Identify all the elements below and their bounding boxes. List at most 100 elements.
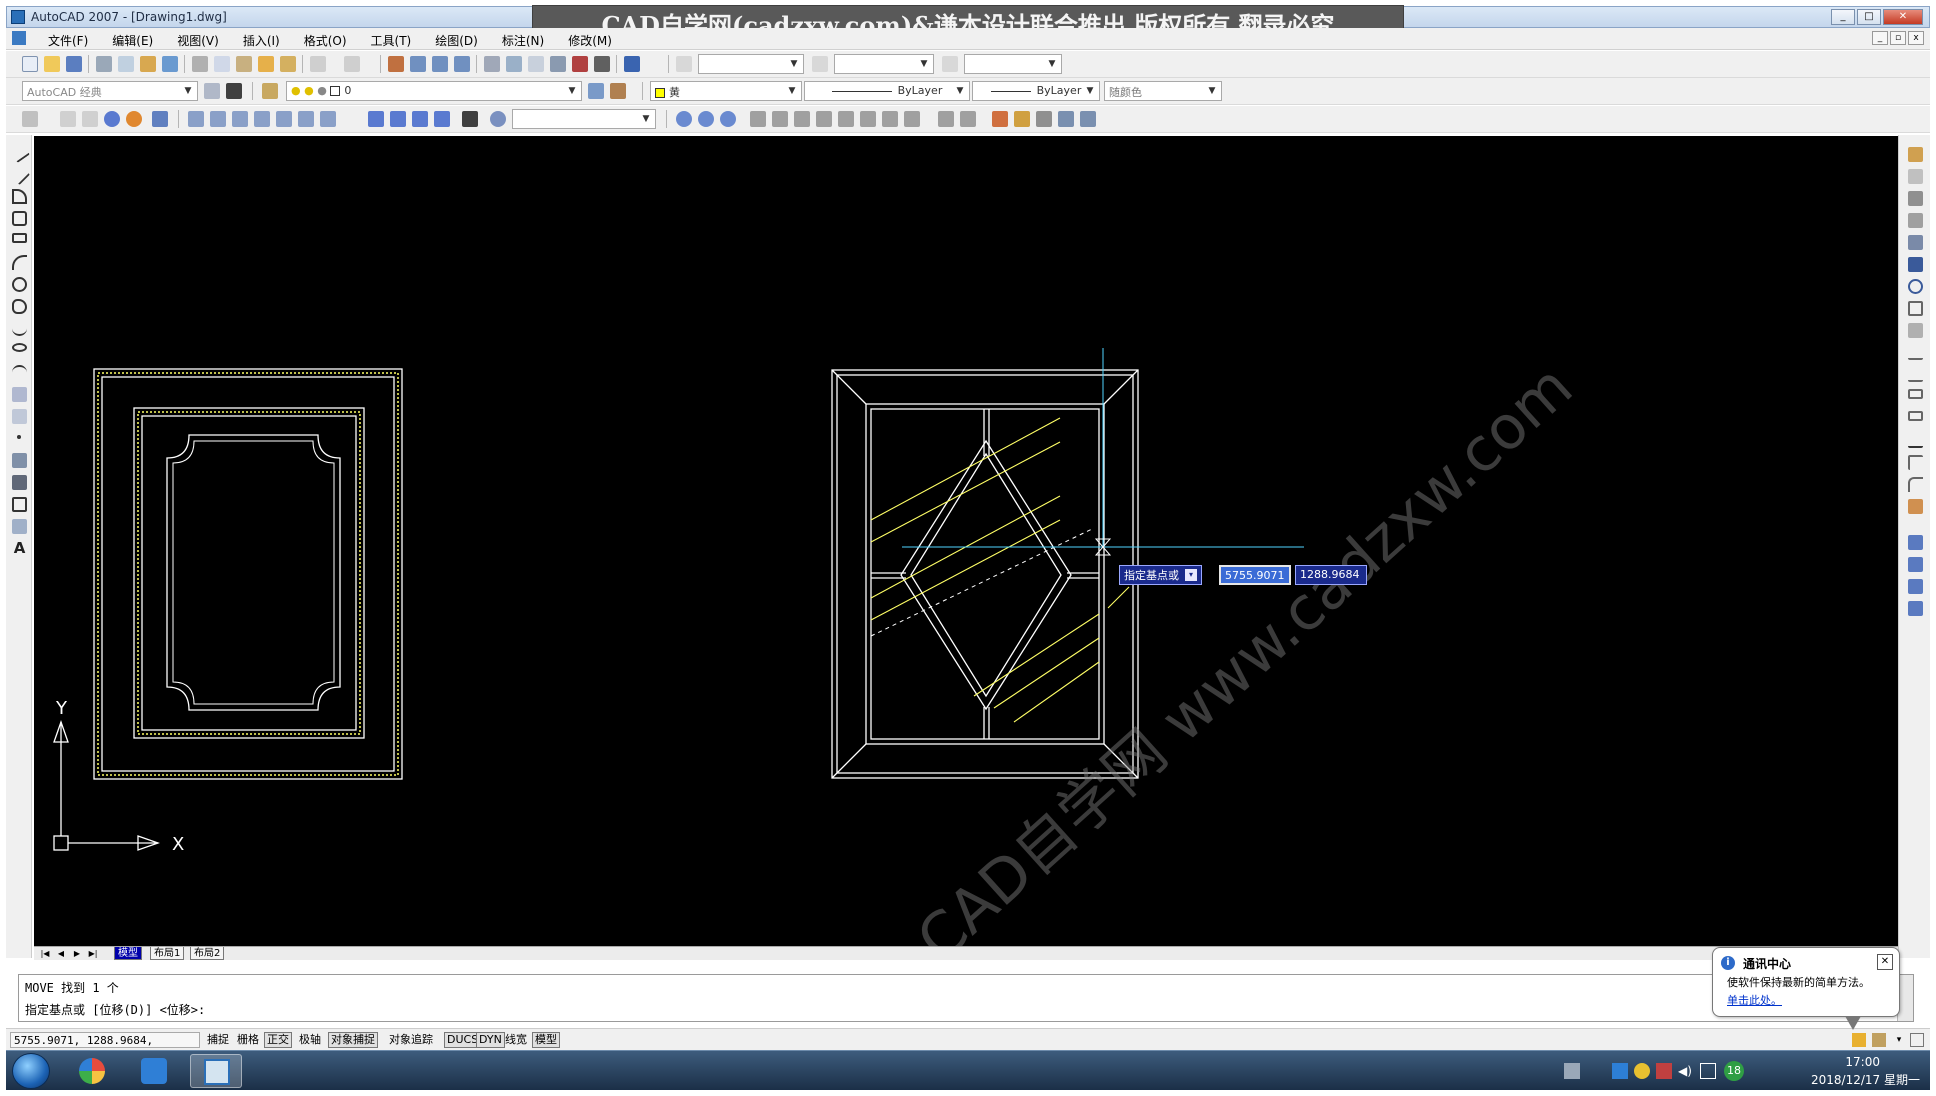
minimize-button[interactable]: _ — [1831, 9, 1855, 25]
separate-icon[interactable] — [992, 111, 1008, 127]
union-icon[interactable] — [676, 111, 692, 127]
tab-last-icon[interactable]: ▶| — [86, 948, 100, 959]
color-combo[interactable]: 黄 ▼ — [650, 81, 802, 101]
render-icon[interactable] — [126, 111, 142, 127]
menu-dimension[interactable]: 标注(N) — [490, 32, 556, 49]
menu-file[interactable]: 文件(F) — [36, 32, 100, 49]
redo-icon[interactable] — [344, 56, 360, 72]
slice-icon[interactable] — [1080, 111, 1096, 127]
dim-style-combo[interactable]: ▼ — [834, 54, 934, 74]
layer-combo[interactable]: ● ● ● 0 ▼ — [286, 81, 582, 101]
wedge-icon[interactable] — [82, 111, 98, 127]
zoom-realtime-icon[interactable] — [410, 56, 426, 72]
join-icon[interactable] — [1908, 433, 1923, 448]
undo-icon[interactable] — [310, 56, 326, 72]
view-left-icon[interactable] — [232, 111, 248, 127]
status-menu-icon[interactable]: ▾ — [1892, 1033, 1906, 1047]
tool-palettes-icon[interactable] — [528, 56, 544, 72]
free-orbit-icon[interactable] — [390, 111, 406, 127]
taskbar-app-video[interactable] — [128, 1054, 180, 1088]
copy-faces-icon[interactable] — [882, 111, 898, 127]
tab-layout1[interactable]: 布局1 — [150, 947, 185, 960]
continuous-orbit-icon[interactable] — [412, 111, 428, 127]
revision-cloud-icon[interactable] — [12, 299, 27, 314]
app-tray-icon[interactable] — [1612, 1063, 1628, 1079]
block-editor-icon[interactable] — [280, 56, 296, 72]
lineweight-combo[interactable]: ByLayer ▼ — [972, 81, 1100, 101]
print-icon[interactable] — [96, 56, 112, 72]
color-faces-icon[interactable] — [904, 111, 920, 127]
cut-icon[interactable] — [192, 56, 208, 72]
trim-icon[interactable] — [1908, 345, 1923, 360]
copy-object-icon[interactable] — [1908, 169, 1923, 184]
construction-line-icon[interactable] — [8, 163, 31, 186]
maximize-button[interactable]: □ — [1857, 9, 1881, 25]
menu-edit[interactable]: 编辑(E) — [100, 32, 165, 49]
lineweight-toggle[interactable]: 线宽 — [502, 1032, 530, 1048]
draworder-under-icon[interactable] — [1908, 601, 1923, 616]
materials-icon[interactable] — [152, 111, 168, 127]
check-icon[interactable] — [1036, 111, 1052, 127]
workspace-settings-icon[interactable] — [204, 83, 220, 99]
publish-icon[interactable] — [140, 56, 156, 72]
imprint-icon[interactable] — [938, 111, 954, 127]
document-icon[interactable] — [12, 31, 26, 45]
tab-model[interactable]: 模型 — [114, 947, 142, 960]
view-top-icon[interactable] — [188, 111, 204, 127]
command-window[interactable]: MOVE 找到 1 个 指定基点或 [位移(D)] <位移>: — [18, 974, 1914, 1022]
taper-faces-icon[interactable] — [860, 111, 876, 127]
keyboard-icon[interactable] — [1564, 1063, 1580, 1079]
clock-time[interactable]: 17:00 — [1845, 1055, 1880, 1069]
menu-insert[interactable]: 插入(I) — [231, 32, 292, 49]
text-style-icon[interactable] — [676, 56, 692, 72]
array-icon[interactable] — [1908, 235, 1923, 250]
sheet-set-icon[interactable] — [550, 56, 566, 72]
security-tray-icon[interactable] — [1634, 1063, 1650, 1079]
rectangle-icon[interactable] — [12, 233, 27, 243]
start-button[interactable] — [12, 1053, 50, 1089]
navigate-icon[interactable] — [490, 111, 506, 127]
menu-view[interactable]: 视图(V) — [165, 32, 231, 49]
table-style-icon[interactable] — [942, 56, 958, 72]
snap-toggle[interactable]: 捕捉 — [204, 1032, 232, 1048]
table-style-combo[interactable]: ▼ — [964, 54, 1062, 74]
clean-screen-icon[interactable] — [1910, 1033, 1924, 1047]
named-ucs-combo[interactable]: ▼ — [512, 109, 656, 129]
workspace-combo[interactable]: AutoCAD 经典 ▼ — [22, 81, 198, 101]
erase-icon[interactable] — [1908, 147, 1923, 162]
open-icon[interactable] — [44, 56, 60, 72]
hatch-icon[interactable] — [12, 453, 27, 468]
dim-style-icon[interactable] — [812, 56, 828, 72]
extend-icon[interactable] — [1908, 367, 1923, 382]
section-icon[interactable] — [1058, 111, 1074, 127]
chamfer-icon[interactable] — [1908, 455, 1923, 470]
ucs-icon[interactable] — [22, 111, 38, 127]
linetype-combo[interactable]: ByLayer ▼ — [804, 81, 970, 101]
view-back-icon[interactable] — [298, 111, 314, 127]
calculator-icon[interactable] — [594, 56, 610, 72]
tab-next-icon[interactable]: ▶ — [70, 948, 84, 959]
draworder-front-icon[interactable] — [1908, 535, 1923, 550]
tab-layout2[interactable]: 布局2 — [190, 947, 225, 960]
grid-toggle[interactable]: 栅格 — [234, 1032, 262, 1048]
tab-first-icon[interactable]: |◀ — [38, 948, 52, 959]
table-icon[interactable] — [12, 519, 27, 534]
draworder-above-icon[interactable] — [1908, 579, 1923, 594]
offset-icon[interactable] — [1908, 213, 1923, 228]
drawing-canvas[interactable]: Y X CAD自学网 www.cadzxw.com — [34, 136, 1898, 976]
polar-toggle[interactable]: 极轴 — [296, 1032, 324, 1048]
menu-draw[interactable]: 绘图(D) — [423, 32, 490, 49]
properties-icon[interactable] — [484, 56, 500, 72]
doc-close-button[interactable]: x — [1908, 31, 1924, 45]
polygon-icon[interactable] — [12, 211, 27, 226]
view-iso-icon[interactable] — [320, 111, 336, 127]
break-at-point-icon[interactable] — [1908, 389, 1923, 399]
fillet-icon[interactable] — [1908, 477, 1923, 492]
mirror-icon[interactable] — [1908, 191, 1923, 206]
text-style-combo[interactable]: ▼ — [698, 54, 804, 74]
line-icon[interactable] — [9, 142, 30, 163]
balloon-link[interactable]: 单击此处。 — [1727, 992, 1782, 1008]
view-right-icon[interactable] — [254, 111, 270, 127]
model-toggle[interactable]: 模型 — [532, 1032, 560, 1048]
network-icon[interactable] — [1700, 1063, 1716, 1079]
